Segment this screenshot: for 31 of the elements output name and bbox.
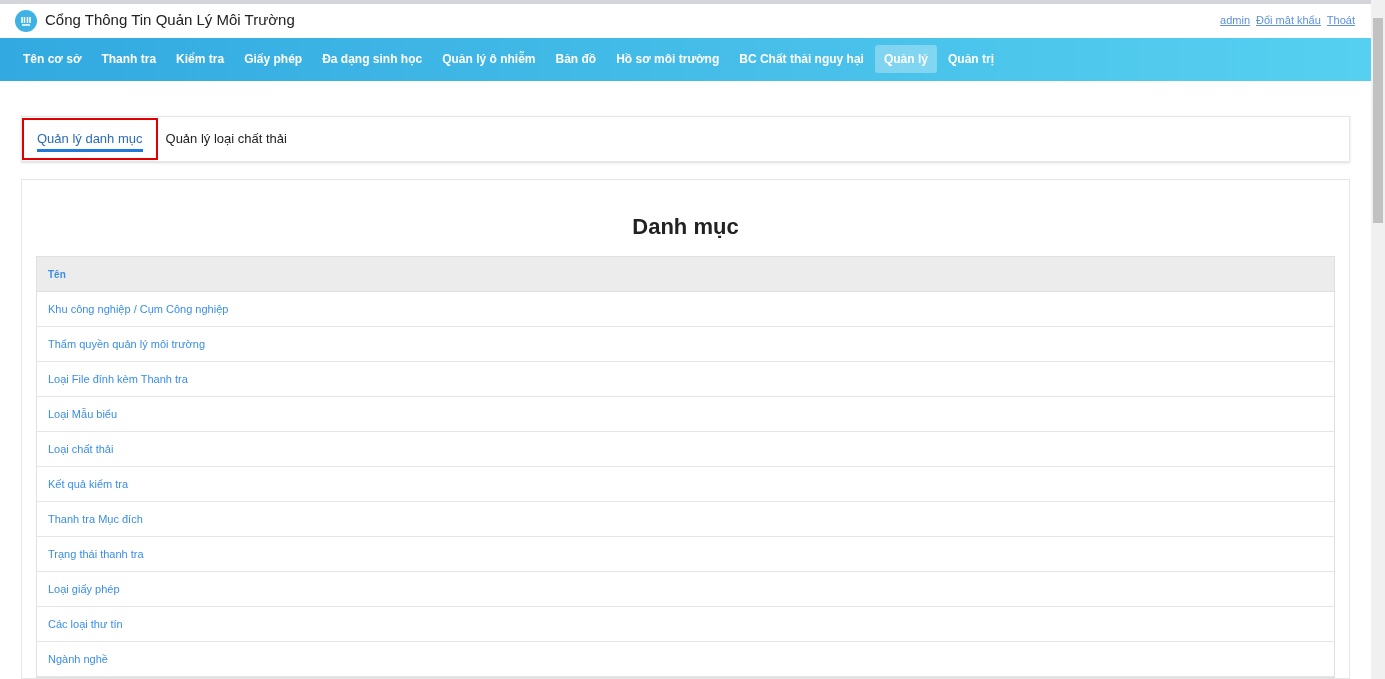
nav-item[interactable]: Quản trị bbox=[938, 45, 1003, 74]
header-link[interactable]: admin bbox=[1220, 12, 1251, 29]
nav-item[interactable]: Đa dạng sinh học bbox=[313, 45, 432, 74]
tab[interactable]: Quản lý loại chất thải bbox=[165, 125, 287, 153]
category-link[interactable]: Loại giấy phép bbox=[48, 580, 120, 598]
nav-item[interactable]: BC Chất thải nguy hại bbox=[730, 45, 873, 74]
header-link[interactable]: Thoát bbox=[1326, 12, 1355, 29]
category-link[interactable]: Loại chất thải bbox=[48, 440, 114, 458]
category-link[interactable]: Thẩm quyền quản lý môi trường bbox=[48, 335, 206, 353]
scrollbar[interactable] bbox=[1371, 0, 1385, 679]
category-link[interactable]: Loại File đính kèm Thanh tra bbox=[48, 370, 188, 388]
panel-title: Danh mục bbox=[631, 213, 740, 241]
tab[interactable]: Quản lý danh mục bbox=[37, 125, 143, 153]
category-link[interactable]: Ngành nghề bbox=[48, 650, 108, 668]
category-link[interactable]: Loại Mẫu biểu bbox=[48, 405, 118, 423]
category-link[interactable]: Các loại thư tín bbox=[48, 615, 123, 633]
header-link[interactable]: Đổi mật khẩu bbox=[1256, 12, 1321, 29]
nav-item[interactable]: Tên cơ sở bbox=[14, 45, 91, 74]
column-header[interactable]: Tên bbox=[48, 266, 66, 282]
category-link[interactable]: Trạng thái thanh tra bbox=[48, 545, 144, 563]
category-link[interactable]: Khu công nghiệp / Cụm Công nghiệp bbox=[48, 300, 229, 318]
logo-icon bbox=[15, 9, 37, 32]
category-link[interactable]: Thanh tra Mục đích bbox=[48, 510, 143, 528]
nav-item[interactable]: Thanh tra bbox=[92, 45, 166, 74]
nav-item[interactable]: Bản đồ bbox=[546, 45, 606, 74]
nav-item[interactable]: Giấy phép bbox=[235, 45, 312, 74]
category-link[interactable]: Kết quả kiểm tra bbox=[48, 475, 129, 493]
nav-item[interactable]: Hồ sơ môi trường bbox=[607, 45, 729, 74]
nav-item[interactable]: Kiểm tra bbox=[167, 45, 234, 74]
nav-item[interactable]: Quản lý ô nhiễm bbox=[433, 45, 545, 74]
site-title: Cổng Thông Tin Quản Lý Môi Trường bbox=[45, 10, 295, 31]
